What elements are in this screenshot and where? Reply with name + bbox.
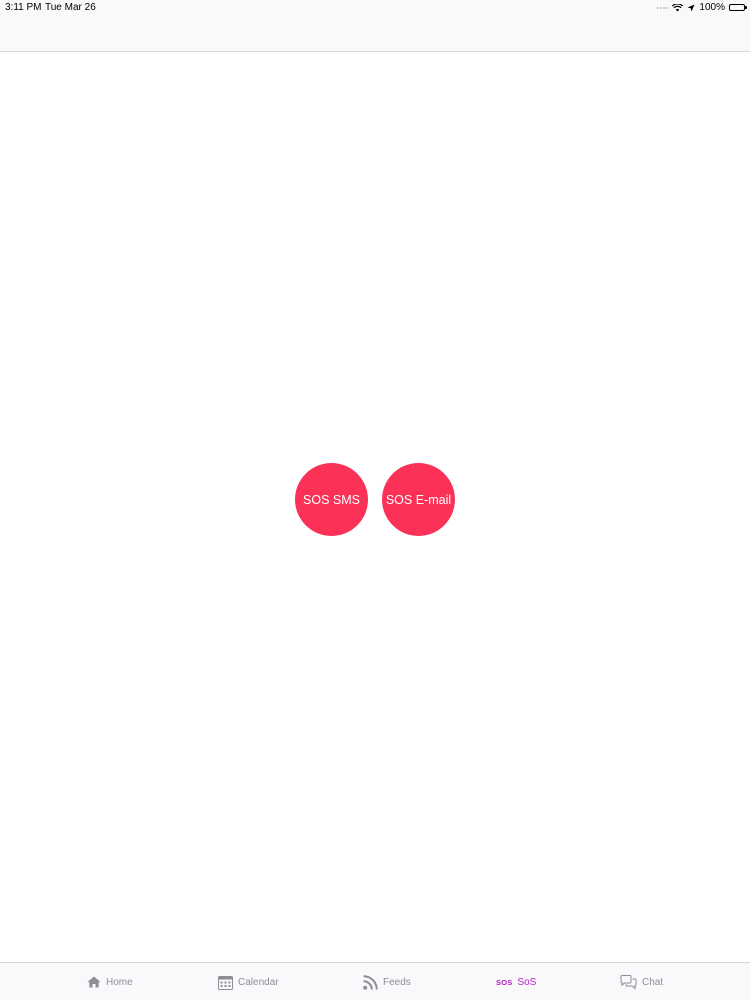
tab-home-label: Home: [106, 976, 133, 988]
status-bar: 3:11 PM Tue Mar 26 100%: [0, 0, 750, 16]
tab-feeds-label: Feeds: [383, 976, 411, 988]
tab-chat[interactable]: Chat: [620, 973, 663, 991]
sos-screen: 3:11 PM Tue Mar 26 100% SOS SMS SOS E-ma…: [0, 0, 750, 1000]
status-date: Tue Mar 26: [45, 2, 96, 13]
calendar-icon: [218, 975, 233, 990]
home-icon: [87, 976, 101, 988]
tab-sos[interactable]: SOS SoS: [496, 973, 536, 991]
tab-feeds[interactable]: Feeds: [363, 973, 411, 991]
tab-home[interactable]: Home: [87, 973, 133, 991]
wifi-icon: [672, 3, 684, 11]
rss-feed-icon: [363, 974, 378, 990]
sos-sms-button[interactable]: SOS SMS: [295, 463, 368, 536]
battery-percent: 100%: [699, 2, 725, 13]
tab-calendar-label: Calendar: [238, 976, 279, 988]
status-time: 3:11 PM: [5, 2, 42, 13]
battery-icon: [729, 4, 747, 11]
sos-email-button[interactable]: SOS E-mail: [382, 463, 455, 536]
chat-bubbles-icon: [620, 974, 637, 990]
location-arrow-icon: [687, 4, 695, 11]
tab-chat-label: Chat: [642, 976, 664, 988]
status-indicators: 100%: [657, 2, 747, 13]
tab-calendar[interactable]: Calendar: [218, 973, 279, 991]
signal-dots-icon: [657, 6, 669, 9]
tab-bar: Home Calendar Feeds SOS SoS Chat: [0, 962, 750, 1000]
sos-icon: SOS: [496, 977, 513, 987]
tab-sos-label: SoS: [517, 976, 537, 988]
